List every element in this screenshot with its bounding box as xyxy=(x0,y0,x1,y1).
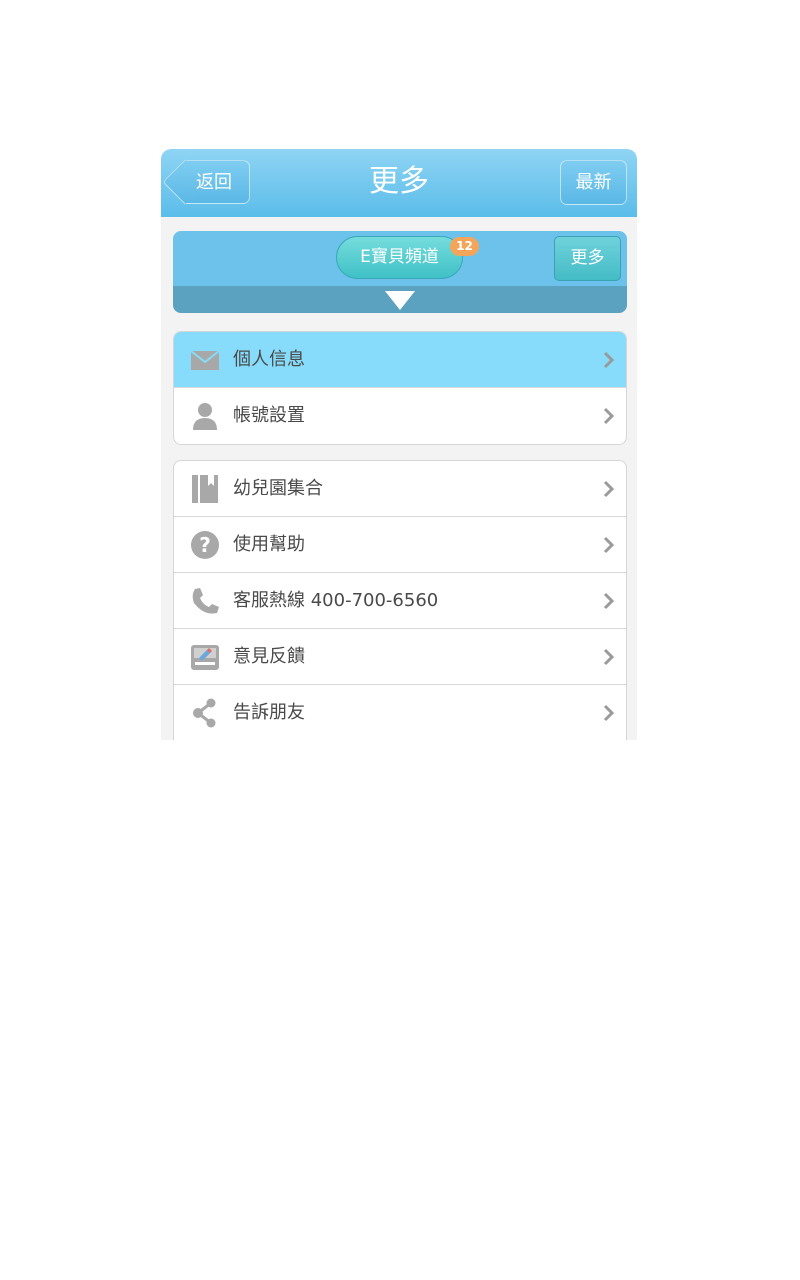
expand-down-icon[interactable] xyxy=(385,291,415,310)
channel-bar: E寶貝頻道 12 更多 xyxy=(173,231,627,313)
chevron-right-icon xyxy=(603,704,614,722)
menu-group-general: 幼兒園集合 ? 使用幫助 客服熱線 400-700-6560 意見反饋 告訴朋友 xyxy=(173,460,627,740)
menu-item-personal-info[interactable]: 個人信息 xyxy=(174,332,626,388)
app-screen: 返回 更多 最新 E寶貝頻道 12 更多 個人信息 帳號設置 幼兒園集合 ? 使… xyxy=(161,149,637,740)
menu-item-hotline[interactable]: 客服熱線 400-700-6560 xyxy=(174,573,626,629)
menu-item-label: 帳號設置 xyxy=(233,405,305,426)
menu-item-label: 客服熱線 400-700-6560 xyxy=(233,590,439,611)
menu-item-kindergartens[interactable]: 幼兒園集合 xyxy=(174,461,626,517)
chevron-right-icon xyxy=(603,407,614,425)
menu-item-account-settings[interactable]: 帳號設置 xyxy=(174,388,626,444)
channel-more-button[interactable]: 更多 xyxy=(554,236,621,281)
channel-badge: 12 xyxy=(450,237,479,256)
menu-item-label: 個人信息 xyxy=(233,349,305,370)
menu-item-label: 告訴朋友 xyxy=(233,702,305,723)
phone-icon xyxy=(192,588,219,614)
channel-tab[interactable]: E寶貝頻道 xyxy=(336,236,463,279)
chevron-right-icon xyxy=(603,592,614,610)
help-icon: ? xyxy=(191,531,219,559)
chevron-right-icon xyxy=(603,351,614,369)
menu-item-label: 使用幫助 xyxy=(233,534,305,555)
person-icon xyxy=(193,403,217,430)
refresh-button[interactable]: 最新 xyxy=(560,160,627,205)
chevron-right-icon xyxy=(603,536,614,554)
chevron-right-icon xyxy=(603,480,614,498)
menu-item-label: 幼兒園集合 xyxy=(233,478,323,499)
book-icon xyxy=(192,475,218,503)
svg-text:?: ? xyxy=(199,533,211,557)
chevron-right-icon xyxy=(603,648,614,666)
menu-group-personal: 個人信息 帳號設置 xyxy=(173,331,627,445)
share-icon xyxy=(193,698,216,728)
menu-item-tell-friends[interactable]: 告訴朋友 xyxy=(174,685,626,740)
header-bar: 返回 更多 最新 xyxy=(161,149,637,217)
menu-item-feedback[interactable]: 意見反饋 xyxy=(174,629,626,685)
menu-item-label: 意見反饋 xyxy=(233,646,305,667)
mail-icon xyxy=(190,350,220,370)
menu-item-help[interactable]: ? 使用幫助 xyxy=(174,517,626,573)
feedback-icon xyxy=(191,645,219,670)
